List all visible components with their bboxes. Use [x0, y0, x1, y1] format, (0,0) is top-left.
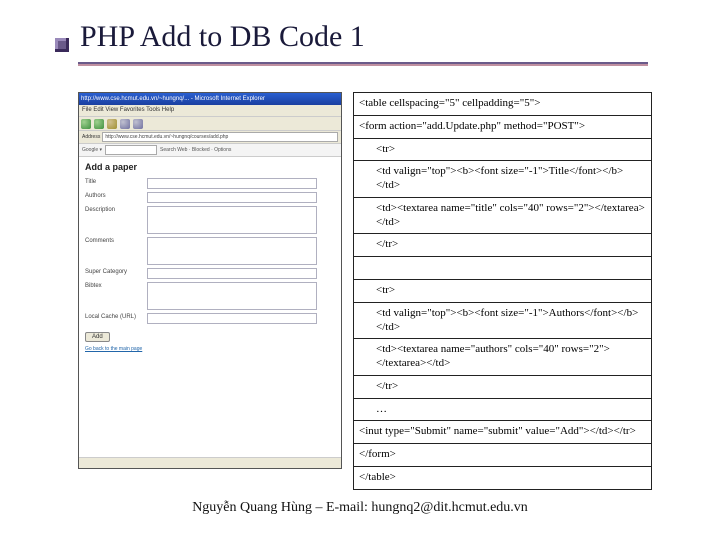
fwd-icon	[94, 119, 104, 129]
code-line: <td valign="top"><b><font size="-1">Titl…	[354, 161, 652, 198]
slide-footer: Nguyễn Quang Hùng – E-mail: hungnq2@dit.…	[0, 500, 720, 516]
code-line: <td><textarea name="title" cols="40" row…	[354, 197, 652, 234]
title-underline	[78, 62, 648, 66]
status-bar	[79, 457, 341, 468]
code-spacer	[354, 257, 652, 280]
submit-button: Add	[85, 332, 110, 342]
address-label: Address	[82, 134, 100, 140]
label-description: Description	[85, 206, 147, 234]
browser-toolbar	[79, 117, 341, 131]
label-comments: Comments	[85, 237, 147, 265]
code-line: <table cellspacing="5" cellpadding="5">	[354, 93, 652, 116]
input-url	[147, 313, 317, 324]
refresh-icon	[120, 119, 130, 129]
google-search-input	[105, 145, 157, 155]
back-link: Go back to the main page	[85, 346, 335, 352]
browser-titlebar: http://www.cse.hcmut.edu.vn/~hungnq/... …	[79, 93, 341, 105]
label-bibtex: Bibtex	[85, 282, 147, 310]
code-line: <td valign="top"><b><font size="-1">Auth…	[354, 302, 652, 339]
code-line: <inut type="Submit" name="submit" value=…	[354, 421, 652, 444]
code-line: </tr>	[354, 234, 652, 257]
code-line: <tr>	[354, 280, 652, 303]
input-description	[147, 206, 317, 234]
code-line: <form action="add.Update.php" method="PO…	[354, 115, 652, 138]
home-icon	[133, 119, 143, 129]
input-title	[147, 178, 317, 189]
page-content: Add a paper Title Authors Description Co…	[79, 157, 341, 357]
bullet-icon	[55, 38, 69, 52]
input-bibtex	[147, 282, 317, 310]
code-line: </table>	[354, 466, 652, 489]
google-label: Google ▾	[82, 147, 102, 153]
code-line: </tr>	[354, 375, 652, 398]
code-listing: <table cellspacing="5" cellpadding="5"> …	[353, 92, 652, 490]
form-heading: Add a paper	[85, 162, 335, 172]
input-authors	[147, 192, 317, 203]
address-bar: Address http://www.cse.hcmut.edu.vn/~hun…	[79, 131, 341, 144]
slide-title: PHP Add to DB Code 1	[80, 20, 365, 54]
code-line: <td><textarea name="authors" cols="40" r…	[354, 339, 652, 376]
label-authors: Authors	[85, 192, 147, 203]
code-line: <tr>	[354, 138, 652, 161]
browser-screenshot: http://www.cse.hcmut.edu.vn/~hungnq/... …	[78, 92, 342, 469]
input-supercat	[147, 268, 317, 279]
code-line: </form>	[354, 444, 652, 467]
address-input: http://www.cse.hcmut.edu.vn/~hungnq/cour…	[102, 132, 338, 142]
input-comments	[147, 237, 317, 265]
google-hint: Search Web · Blocked · Options	[160, 147, 231, 153]
code-line: …	[354, 398, 652, 421]
label-url: Local Cache (URL)	[85, 313, 147, 324]
label-title: Title	[85, 178, 147, 189]
label-supercat: Super Category	[85, 268, 147, 279]
back-icon	[81, 119, 91, 129]
google-toolbar: Google ▾ Search Web · Blocked · Options	[79, 144, 341, 157]
stop-icon	[107, 119, 117, 129]
browser-menu: File Edit View Favorites Tools Help	[79, 105, 341, 117]
